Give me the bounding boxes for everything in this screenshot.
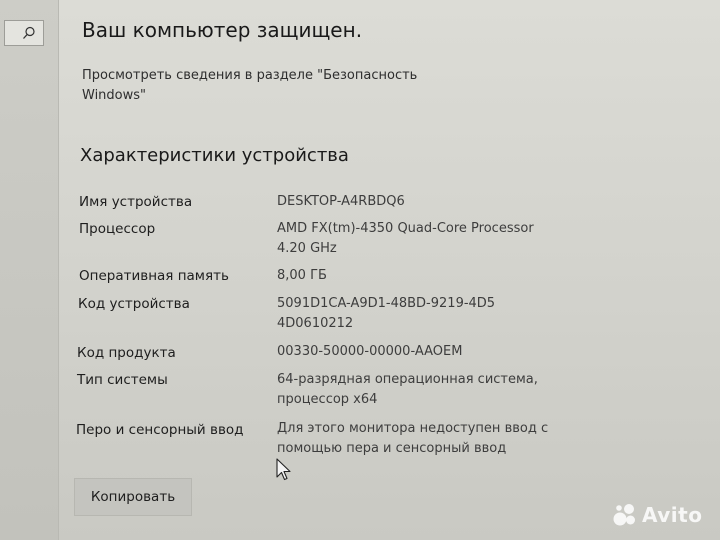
copy-button[interactable]: Копировать (74, 478, 192, 516)
about-page: Ваш компьютер защищен. Просмотреть сведе… (0, 0, 720, 540)
mouse-cursor-icon (276, 458, 291, 481)
spec-value-system-type: 64-разрядная операционная система, проце… (277, 372, 538, 407)
spec-label-ram: Оперативная память (79, 268, 229, 284)
spec-label-device-id: Код устройства (78, 296, 190, 312)
spec-label-pen-touch: Перо и сенсорный ввод (76, 422, 244, 438)
spec-value-device-name: DESKTOP-A4RBDQ6 (277, 194, 405, 209)
spec-value-pen-touch: Для этого монитора недоступен ввод с пом… (277, 421, 549, 456)
spec-label-product-id: Код продукта (77, 345, 176, 361)
device-specs-title: Характеристики устройства (80, 145, 349, 166)
spec-label-system-type: Тип системы (77, 372, 168, 388)
avito-logo-icon (613, 504, 635, 526)
security-details-link[interactable]: Просмотреть сведения в разделе "Безопасн… (82, 66, 442, 106)
spec-label-device-name: Имя устройства (79, 194, 193, 210)
spec-value-product-id: 00330-50000-00000-AAOEM (277, 344, 463, 359)
spec-value-ram: 8,00 ГБ (277, 268, 327, 283)
spec-label-processor: Процессор (79, 221, 156, 237)
avito-watermark-text: Avito (642, 503, 703, 527)
spec-value-device-id: 5091D1CA-A9D1-48BD-9219-4D54D0610212 (277, 296, 496, 331)
spec-value-processor: AMD FX(tm)-4350 Quad-Core Processor 4.20… (277, 221, 534, 256)
security-status: Ваш компьютер защищен. (82, 18, 363, 42)
avito-watermark: Avito (612, 500, 716, 530)
